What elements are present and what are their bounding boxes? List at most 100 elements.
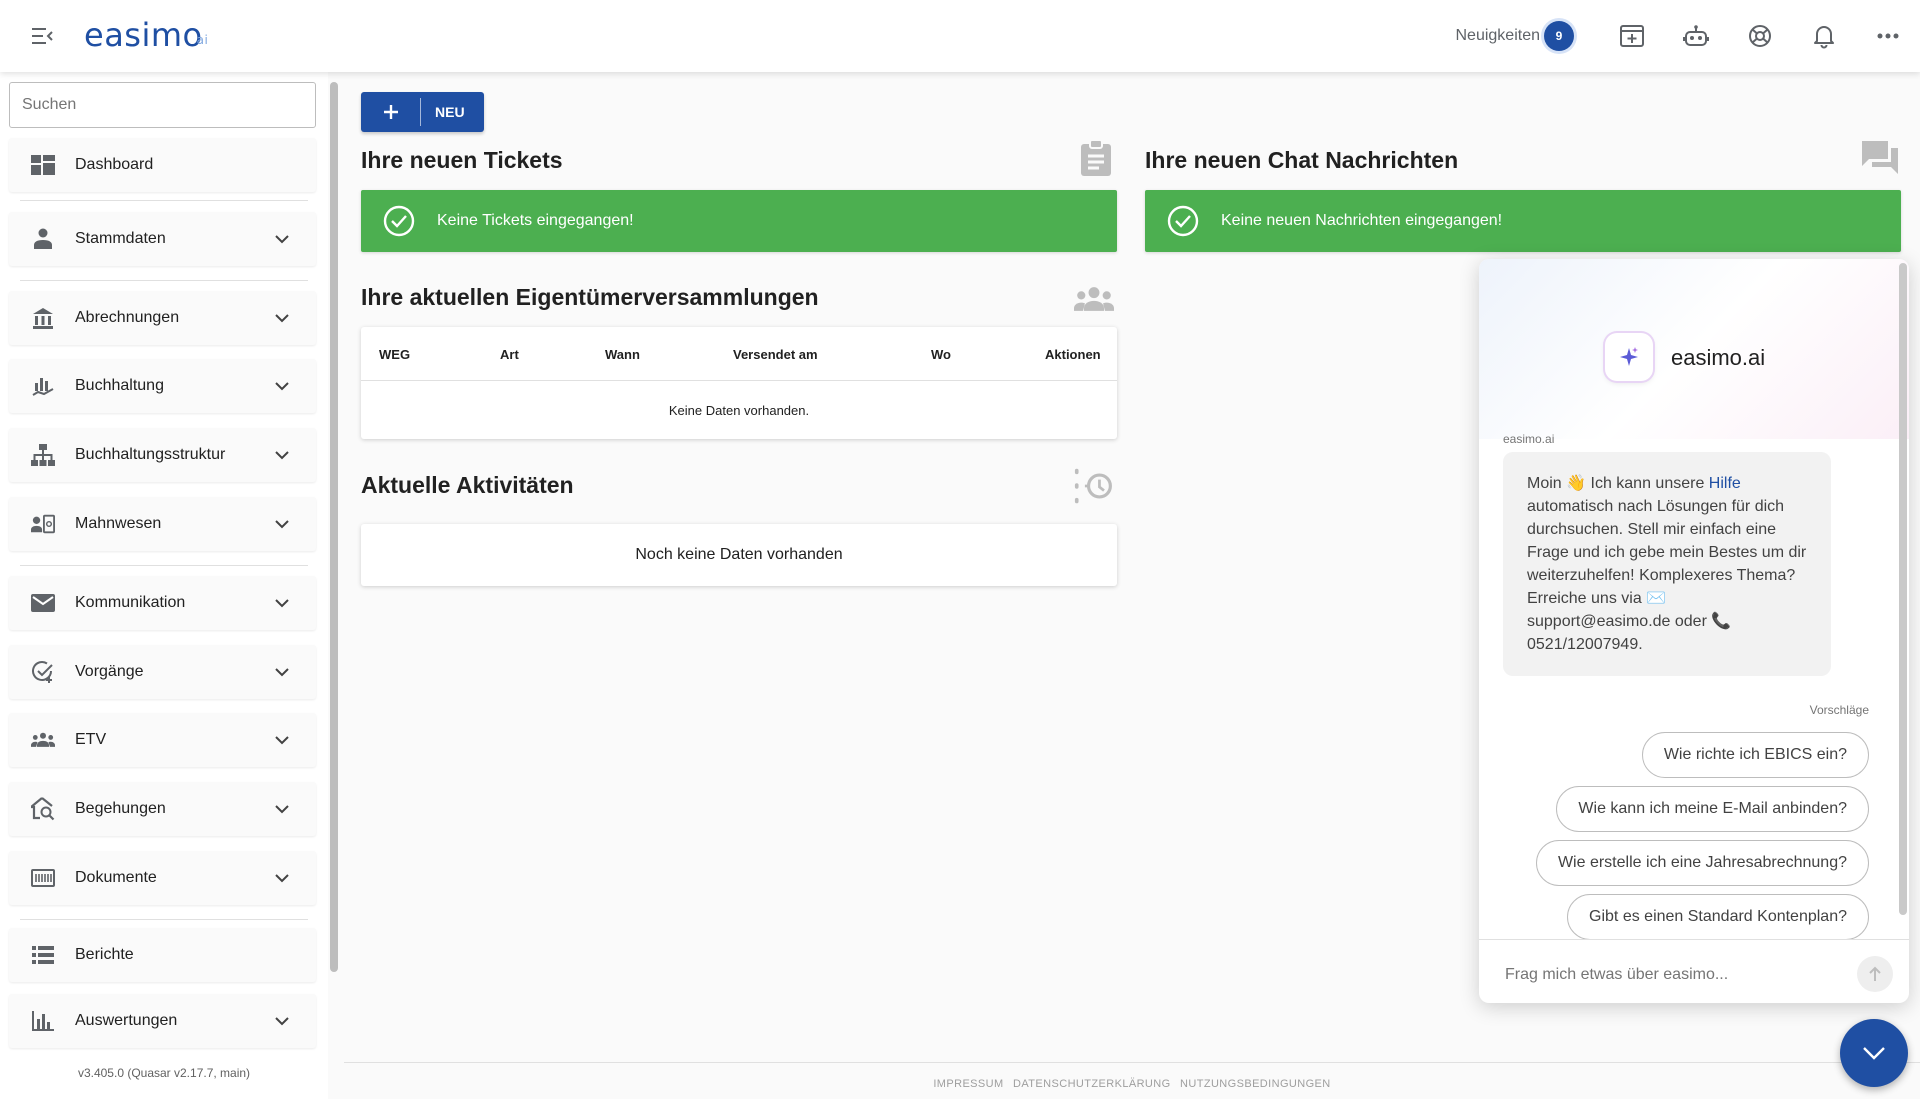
mail-icon [31, 591, 55, 615]
chevron-down-icon [270, 591, 294, 615]
news-button[interactable]: Neuigkeiten 9 [1456, 21, 1574, 51]
news-badge: 9 [1544, 21, 1574, 51]
sidebar-item-berichte[interactable]: Berichte [9, 928, 316, 982]
bar-chart-icon [31, 1009, 55, 1033]
sidebar-item-label: Dashboard [75, 156, 154, 173]
sidebar-item-mahnwesen[interactable]: Mahnwesen [9, 497, 316, 551]
message-text: automatisch nach Lösungen für dich durch… [1527, 498, 1807, 653]
chevron-down-icon [270, 227, 294, 251]
new-button-label: NEU [435, 104, 465, 120]
sidebar-item-label: Berichte [75, 946, 134, 963]
tickets-empty-banner: Keine Tickets eingegangen! [361, 190, 1117, 252]
sidebar-item-dokumente[interactable]: Dokumente [9, 851, 316, 905]
new-button[interactable]: NEU [361, 92, 484, 132]
chevron-down-icon [270, 797, 294, 821]
plus-icon [361, 98, 421, 126]
sidebar-item-label: Abrechnungen [75, 309, 180, 326]
forum-icon [1860, 138, 1900, 178]
chat-messages-empty-text: Keine neuen Nachrichten eingegangen! [1221, 212, 1503, 229]
sidebar-scrollbar[interactable] [330, 82, 338, 972]
table-empty-text: Keine Daten vorhanden. [668, 403, 810, 418]
tickets-empty-text: Keine Tickets eingegangen! [437, 212, 634, 229]
sidebar: Dashboard Stammdaten Abrechnungen Buchha… [0, 72, 328, 1099]
sidebar-item-label: Kommunikation [75, 594, 186, 611]
sidebar-item-label: Auswertungen [75, 1012, 178, 1029]
header-actions: Neuigkeiten 9 [1456, 0, 1920, 72]
column-header-weg[interactable]: WEG [379, 347, 410, 362]
impressum-link[interactable]: IMPRESSUM [933, 1078, 1003, 1090]
ai-chat-panel: easimo.ai easimo.ai Moin 👋 Ich kann unse… [1479, 259, 1909, 1003]
suggestion-chip[interactable]: Wie erstelle ich eine Jahresabrechnung? [1535, 840, 1869, 886]
sidebar-item-kommunikation[interactable]: Kommunikation [9, 576, 316, 630]
list-icon [31, 943, 55, 967]
robot-icon[interactable] [1664, 0, 1728, 72]
chevron-down-icon [270, 660, 294, 684]
hierarchy-icon [31, 443, 55, 467]
message-text: Moin 👋 Ich kann unsere [1527, 475, 1709, 492]
arrow-up-icon [1869, 966, 1881, 981]
sparkle-icon [1605, 333, 1653, 381]
sidebar-item-stammdaten[interactable]: Stammdaten [9, 212, 316, 266]
check-circle-icon [383, 205, 415, 237]
clipboard-icon [1076, 138, 1116, 178]
chevron-down-icon [270, 728, 294, 752]
activities-title: Aktuelle Aktivitäten [361, 472, 574, 498]
chat-toggle-button[interactable] [1840, 1019, 1908, 1087]
column-header-art[interactable]: Art [500, 347, 519, 362]
chat-input[interactable] [1505, 961, 1835, 989]
tickets-title: Ihre neuen Tickets [361, 147, 563, 173]
suggestion-chip[interactable]: Wie richte ich EBICS ein? [1641, 732, 1869, 778]
sidebar-item-vorgaenge[interactable]: Vorgänge [9, 645, 316, 699]
sidebar-divider [20, 200, 308, 201]
activities-empty-text: Noch keine Daten vorhanden [635, 546, 843, 563]
terms-link[interactable]: NUTZUNGSBEDINGUNGEN [1180, 1078, 1331, 1090]
add-window-icon[interactable] [1600, 0, 1664, 72]
footer-divider [344, 1062, 1920, 1063]
sidebar-divider [20, 919, 308, 920]
sidebar-item-label: Dokumente [75, 869, 157, 886]
more-icon[interactable] [1856, 0, 1920, 72]
activities-card: Noch keine Daten vorhanden [361, 524, 1117, 586]
assemblies-title: Ihre aktuellen Eigentümerversammlungen [361, 284, 819, 310]
menu-toggle-icon[interactable] [26, 22, 58, 50]
app-header: easimoai Neuigkeiten 9 [0, 0, 1920, 72]
sidebar-item-begehungen[interactable]: Begehungen [9, 782, 316, 836]
chat-messages-empty-banner: Keine neuen Nachrichten eingegangen! [1145, 190, 1901, 252]
logo-sub: ai [196, 33, 209, 47]
sidebar-item-label: Begehungen [75, 800, 166, 817]
chat-messages-title: Ihre neuen Chat Nachrichten [1145, 147, 1459, 173]
chat-input-divider [1479, 939, 1909, 940]
sidebar-item-label: Stammdaten [75, 230, 166, 247]
chevron-down-icon [270, 306, 294, 330]
sidebar-item-etv[interactable]: ETV [9, 713, 316, 767]
sidebar-item-buchhaltungsstruktur[interactable]: Buchhaltungsstruktur [9, 428, 316, 482]
sidebar-item-auswertungen[interactable]: Auswertungen [9, 994, 316, 1048]
app-logo[interactable]: easimoai [84, 16, 208, 54]
chat-scrollbar[interactable] [1899, 263, 1907, 915]
chevron-down-icon [270, 512, 294, 536]
assistant-message: Moin 👋 Ich kann unsere Hilfe automatisch… [1503, 452, 1831, 676]
search-input[interactable] [9, 82, 316, 128]
sidebar-item-abrechnungen[interactable]: Abrechnungen [9, 291, 316, 345]
assemblies-table: WEG Art Wann Versendet am Wo Aktionen Ke… [361, 327, 1117, 439]
help-link[interactable]: Hilfe [1709, 475, 1741, 492]
table-header: WEG Art Wann Versendet am Wo Aktionen [361, 327, 1117, 381]
check-circle-icon [1167, 205, 1199, 237]
suggestion-chip[interactable]: Wie kann ich meine E-Mail anbinden? [1556, 786, 1869, 832]
column-header-aktionen[interactable]: Aktionen [1045, 347, 1101, 362]
suggestion-chip[interactable]: Gibt es einen Standard Kontenplan? [1567, 894, 1869, 940]
privacy-link[interactable]: DATENSCHUTZERKLÄRUNG [1013, 1078, 1171, 1090]
send-button[interactable] [1857, 956, 1893, 992]
column-header-wann[interactable]: Wann [605, 347, 640, 362]
sidebar-item-label: ETV [75, 731, 107, 748]
bank-icon [31, 306, 55, 330]
suggestions-label: Vorschläge [1809, 703, 1869, 717]
history-icon [1074, 466, 1114, 506]
sidebar-divider [20, 280, 308, 281]
column-header-versendet-am[interactable]: Versendet am [733, 347, 818, 362]
bell-icon[interactable] [1792, 0, 1856, 72]
column-header-wo[interactable]: Wo [931, 347, 951, 362]
support-icon[interactable] [1728, 0, 1792, 72]
sidebar-item-dashboard[interactable]: Dashboard [9, 138, 316, 192]
sidebar-item-buchhaltung[interactable]: Buchhaltung [9, 359, 316, 413]
